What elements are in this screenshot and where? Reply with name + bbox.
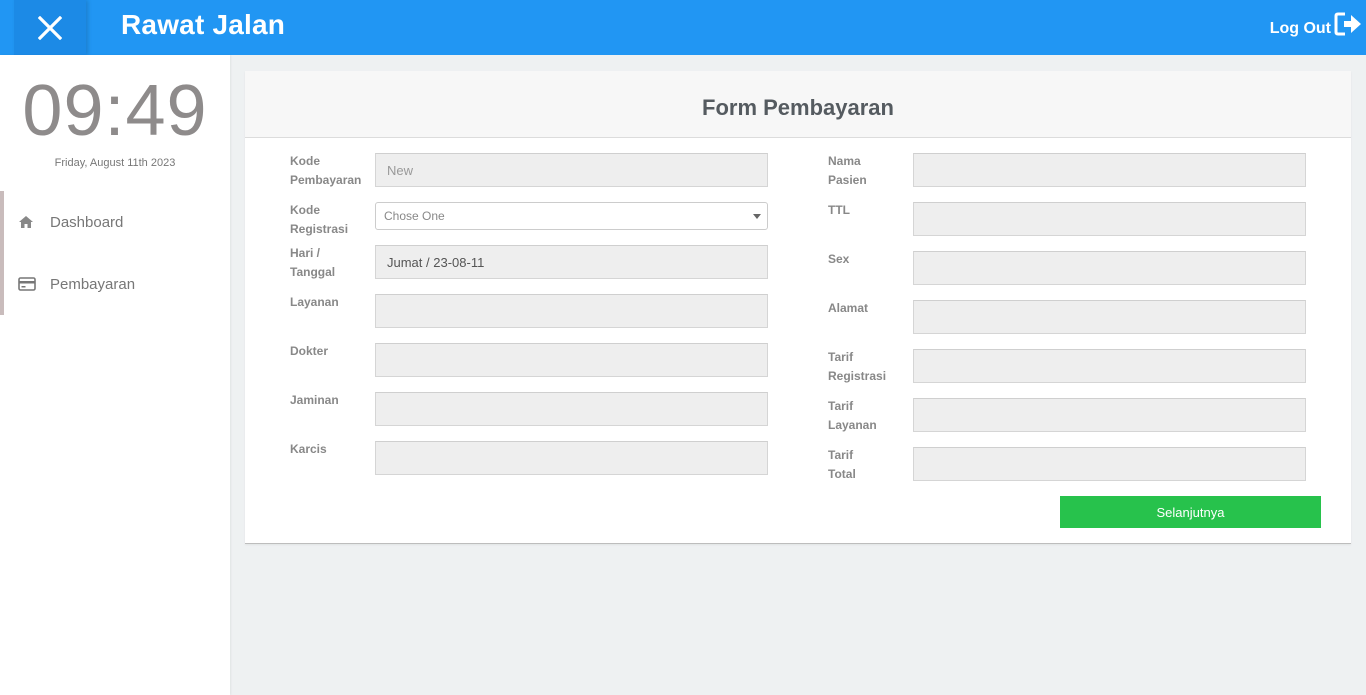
caret-down-icon bbox=[753, 214, 761, 219]
layanan-field[interactable] bbox=[375, 294, 768, 328]
ttl-field[interactable] bbox=[913, 202, 1306, 236]
close-icon bbox=[38, 15, 62, 40]
tarif-layanan-field[interactable] bbox=[913, 398, 1306, 432]
kode-registrasi-select[interactable]: Chose One bbox=[375, 202, 768, 230]
jaminan-field[interactable] bbox=[375, 392, 768, 426]
label-alamat: Alamat bbox=[828, 301, 869, 315]
label-kode-pembayaran: Kode Pembayaran bbox=[290, 154, 362, 187]
close-menu-button[interactable] bbox=[14, 0, 86, 55]
form-title: Form Pembayaran bbox=[702, 95, 894, 120]
sidebar-nav: Dashboard Pembayaran bbox=[0, 191, 230, 315]
sign-out-icon bbox=[1334, 12, 1361, 36]
label-dokter: Dokter bbox=[290, 344, 329, 358]
label-nama-pasien: Nama Pasien bbox=[828, 154, 867, 187]
hari-tanggal-field[interactable]: Jumat / 23-08-11 bbox=[375, 245, 768, 279]
date-text: Friday, August 11th 2023 bbox=[54, 157, 176, 169]
karcis-field[interactable] bbox=[375, 441, 768, 475]
sidebar: 09:49 Friday, August 11th 2023 Dashboard… bbox=[0, 55, 230, 695]
label-hari-tanggal: Hari / Tanggal bbox=[290, 246, 336, 279]
sex-field[interactable] bbox=[913, 251, 1306, 285]
select-value: Chose One bbox=[384, 209, 445, 223]
label-kode-registrasi: Kode Registrasi bbox=[290, 203, 349, 236]
tarif-total-field[interactable] bbox=[913, 447, 1306, 481]
sidebar-item-label: Pembayaran bbox=[50, 275, 136, 293]
payment-form-card: Form Pembayaran Kode Pembayaran New Kode… bbox=[245, 71, 1351, 544]
label-ttl: TTL bbox=[828, 203, 850, 217]
label-tarif-registrasi: Tarif Registrasi bbox=[828, 350, 887, 383]
next-button[interactable]: Selanjutnya bbox=[1060, 496, 1321, 528]
label-layanan: Layanan bbox=[290, 295, 339, 309]
clock: 09:49 bbox=[22, 71, 208, 151]
label-karcis: Karcis bbox=[290, 442, 327, 456]
sidebar-item-dashboard[interactable]: Dashboard bbox=[4, 191, 230, 253]
app-title: Rawat Jalan bbox=[121, 9, 286, 40]
credit-card-icon bbox=[18, 277, 40, 291]
label-tarif-total: Tarif Total bbox=[828, 448, 856, 481]
label-tarif-layanan: Tarif Layanan bbox=[828, 399, 877, 432]
label-sex: Sex bbox=[828, 252, 850, 266]
kode-pembayaran-field[interactable]: New bbox=[375, 153, 768, 187]
label-jaminan: Jaminan bbox=[290, 393, 339, 407]
alamat-field[interactable] bbox=[913, 300, 1306, 334]
top-bar: Rawat Jalan Log Out bbox=[0, 0, 1366, 55]
logout-button[interactable]: Log Out bbox=[1270, 10, 1362, 38]
nama-pasien-field[interactable] bbox=[913, 153, 1306, 187]
sidebar-item-pembayaran[interactable]: Pembayaran bbox=[4, 253, 230, 315]
card-header: Form Pembayaran bbox=[245, 71, 1351, 138]
home-icon bbox=[18, 215, 40, 229]
sidebar-item-label: Dashboard bbox=[50, 213, 124, 231]
dokter-field[interactable] bbox=[375, 343, 768, 377]
logout-label: Log Out bbox=[1269, 20, 1331, 37]
tarif-registrasi-field[interactable] bbox=[913, 349, 1306, 383]
